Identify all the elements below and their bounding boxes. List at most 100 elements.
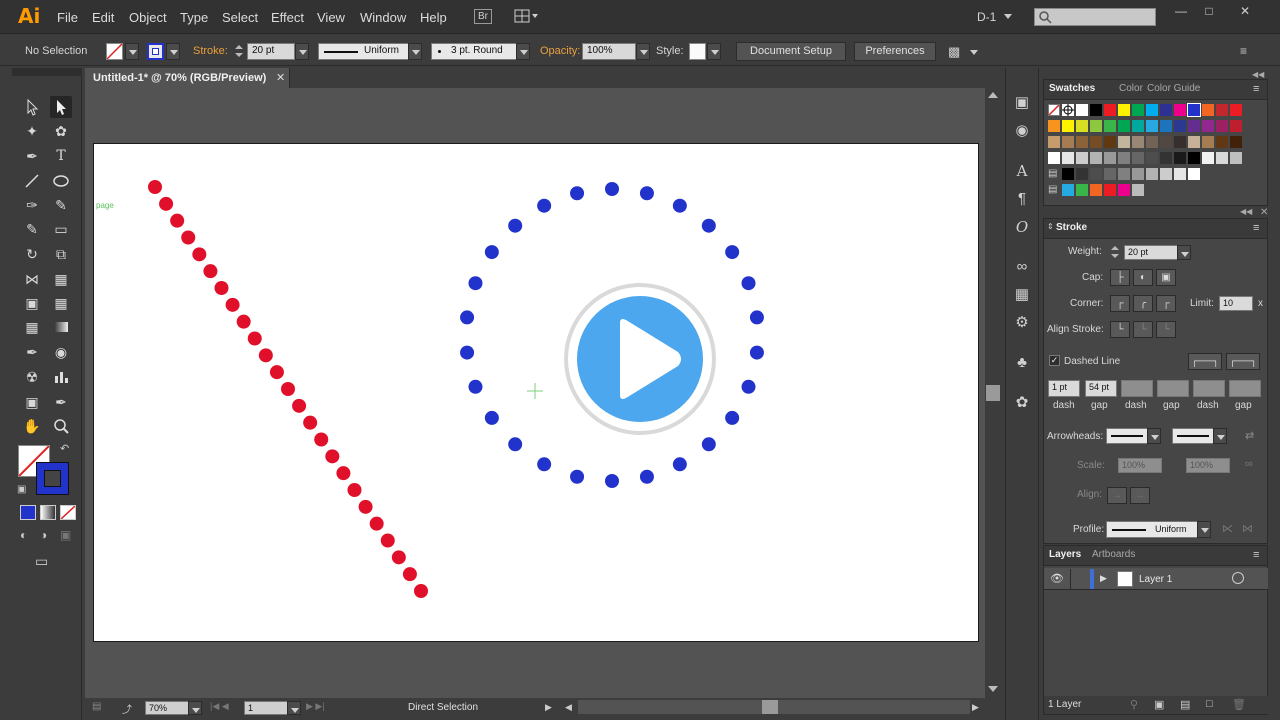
swatch[interactable] [1118, 104, 1130, 116]
links-panel-icon[interactable]: ∞ [1011, 256, 1033, 278]
swatch[interactable] [1202, 152, 1214, 164]
swatch[interactable] [1202, 136, 1214, 148]
weight-stepper[interactable] [1110, 244, 1120, 261]
swatch[interactable] [1104, 168, 1116, 180]
status-menu-icon[interactable]: ▶ [545, 702, 552, 713]
symbols-panel-icon[interactable]: ♣ [1011, 352, 1033, 374]
align-inside-button[interactable]: └ [1133, 321, 1153, 338]
gap-field-2[interactable] [1157, 380, 1189, 397]
end-arrowhead-dropdown[interactable] [1213, 428, 1227, 444]
swatch-none[interactable] [1048, 104, 1060, 116]
swatch[interactable] [1062, 168, 1074, 180]
swatch[interactable] [1160, 152, 1172, 164]
expand-layer-icon[interactable]: ▶ [1100, 573, 1107, 584]
panel-menu-icon[interactable]: ≡ [1253, 549, 1259, 561]
panel-menu-icon[interactable]: ≡ [1253, 222, 1259, 234]
limit-field[interactable]: 10 [1219, 296, 1253, 311]
miter-join-button[interactable]: ┌ [1110, 295, 1130, 312]
locate-object-icon[interactable]: ⚲ [1130, 698, 1138, 711]
swatch[interactable] [1174, 120, 1186, 132]
swatch[interactable] [1062, 120, 1074, 132]
swatch[interactable] [1160, 104, 1172, 116]
profile-select[interactable]: Uniform [1106, 521, 1198, 538]
swatch[interactable] [1216, 104, 1228, 116]
swatch[interactable] [1090, 168, 1102, 180]
horizontal-scrollbar-thumb[interactable] [762, 700, 778, 714]
arrow-tip-at-end-button[interactable]: → [1130, 487, 1150, 504]
swatch-registration[interactable] [1062, 104, 1074, 116]
swatch[interactable] [1062, 136, 1074, 148]
bevel-join-button[interactable]: ┌ [1156, 295, 1176, 312]
swatch[interactable] [1188, 152, 1200, 164]
paragraph-panel-icon[interactable]: ¶ [1011, 188, 1033, 210]
flip-across-icon[interactable]: ⋉ [1222, 522, 1233, 535]
tab-color[interactable]: Color [1119, 83, 1143, 94]
appearance-panel-icon[interactable]: ◉ [1011, 120, 1033, 142]
swatch[interactable] [1230, 120, 1242, 132]
share-icon[interactable]: ⤴ [122, 701, 132, 716]
swatch[interactable] [1160, 168, 1172, 180]
panel-menu-icon[interactable]: ≡ [1253, 83, 1259, 95]
visibility-eye-icon[interactable]: 👁 [1050, 572, 1064, 585]
swatch[interactable] [1090, 136, 1102, 148]
swatch[interactable] [1090, 104, 1102, 116]
swatch[interactable] [1132, 184, 1144, 196]
close-panel-icon[interactable]: ✕ [1260, 207, 1268, 218]
transform-panel-icon[interactable]: ▣ [1011, 92, 1033, 114]
end-scale-field[interactable]: 100% [1186, 458, 1230, 473]
swatch[interactable] [1230, 104, 1242, 116]
swatch[interactable] [1076, 104, 1088, 116]
swatch[interactable] [1090, 184, 1102, 196]
swatch[interactable] [1187, 103, 1201, 117]
start-arrowhead-select[interactable] [1106, 428, 1148, 444]
swatch[interactable] [1146, 152, 1158, 164]
swatch[interactable] [1132, 104, 1144, 116]
swatch-group-folder-icon[interactable]: ▤ [1048, 168, 1060, 180]
swatch[interactable] [1048, 120, 1060, 132]
tab-color-guide[interactable]: Color Guide [1147, 83, 1200, 94]
swatch[interactable] [1230, 136, 1242, 148]
gap-field-3[interactable] [1229, 380, 1261, 397]
align-center-button[interactable]: └ [1110, 321, 1130, 338]
swatch[interactable] [1146, 136, 1158, 148]
swatch[interactable] [1188, 168, 1200, 180]
swatch[interactable] [1132, 136, 1144, 148]
brushes-panel-icon[interactable]: ✿ [1011, 392, 1033, 414]
swatch[interactable] [1174, 136, 1186, 148]
swatch[interactable] [1104, 136, 1116, 148]
scroll-left-icon[interactable]: ◀ [565, 702, 572, 713]
swatch[interactable] [1104, 104, 1116, 116]
layer-name[interactable]: Layer 1 [1139, 574, 1172, 585]
swatch[interactable] [1188, 136, 1200, 148]
delete-layer-icon[interactable]: 🗑 [1232, 698, 1246, 711]
swatch[interactable] [1188, 120, 1200, 132]
video-play-overlay[interactable] [564, 283, 716, 435]
dash-field-3[interactable] [1193, 380, 1225, 397]
gap-field-1[interactable]: 54 pt [1085, 380, 1117, 397]
butt-cap-button[interactable]: ├ [1110, 269, 1130, 286]
swatch[interactable] [1174, 152, 1186, 164]
projecting-cap-button[interactable]: ▣ [1156, 269, 1176, 286]
collapse-panel-icon[interactable]: ◀◀ [1240, 207, 1252, 216]
align-outside-button[interactable]: └ [1156, 321, 1176, 338]
layers-scrollbar[interactable] [1270, 568, 1280, 693]
artboard-number-field[interactable]: 1 [244, 701, 288, 715]
collapse-panels-icon[interactable]: ◀◀ [1252, 70, 1264, 79]
dashed-line-checkbox[interactable]: ✓ [1049, 355, 1060, 366]
arrow-tip-beyond-button[interactable]: → [1107, 487, 1127, 504]
character-panel-icon[interactable]: A [1011, 160, 1033, 182]
swatch[interactable] [1118, 120, 1130, 132]
first-artboard-icon[interactable]: |◀ ◀ [210, 701, 229, 712]
swatch[interactable] [1062, 152, 1074, 164]
swatch[interactable] [1118, 168, 1130, 180]
settings-gear-icon[interactable]: ⚙ [1011, 312, 1033, 334]
swatch[interactable] [1104, 184, 1116, 196]
tab-swatches[interactable]: Swatches [1049, 83, 1095, 94]
dash-field-1[interactable]: 1 pt [1048, 380, 1080, 397]
swatch[interactable] [1202, 104, 1214, 116]
make-clipping-mask-icon[interactable]: ▣ [1154, 698, 1164, 711]
swatch[interactable] [1104, 120, 1116, 132]
swatch[interactable] [1090, 152, 1102, 164]
swatch[interactable] [1062, 184, 1074, 196]
swatch[interactable] [1118, 136, 1130, 148]
